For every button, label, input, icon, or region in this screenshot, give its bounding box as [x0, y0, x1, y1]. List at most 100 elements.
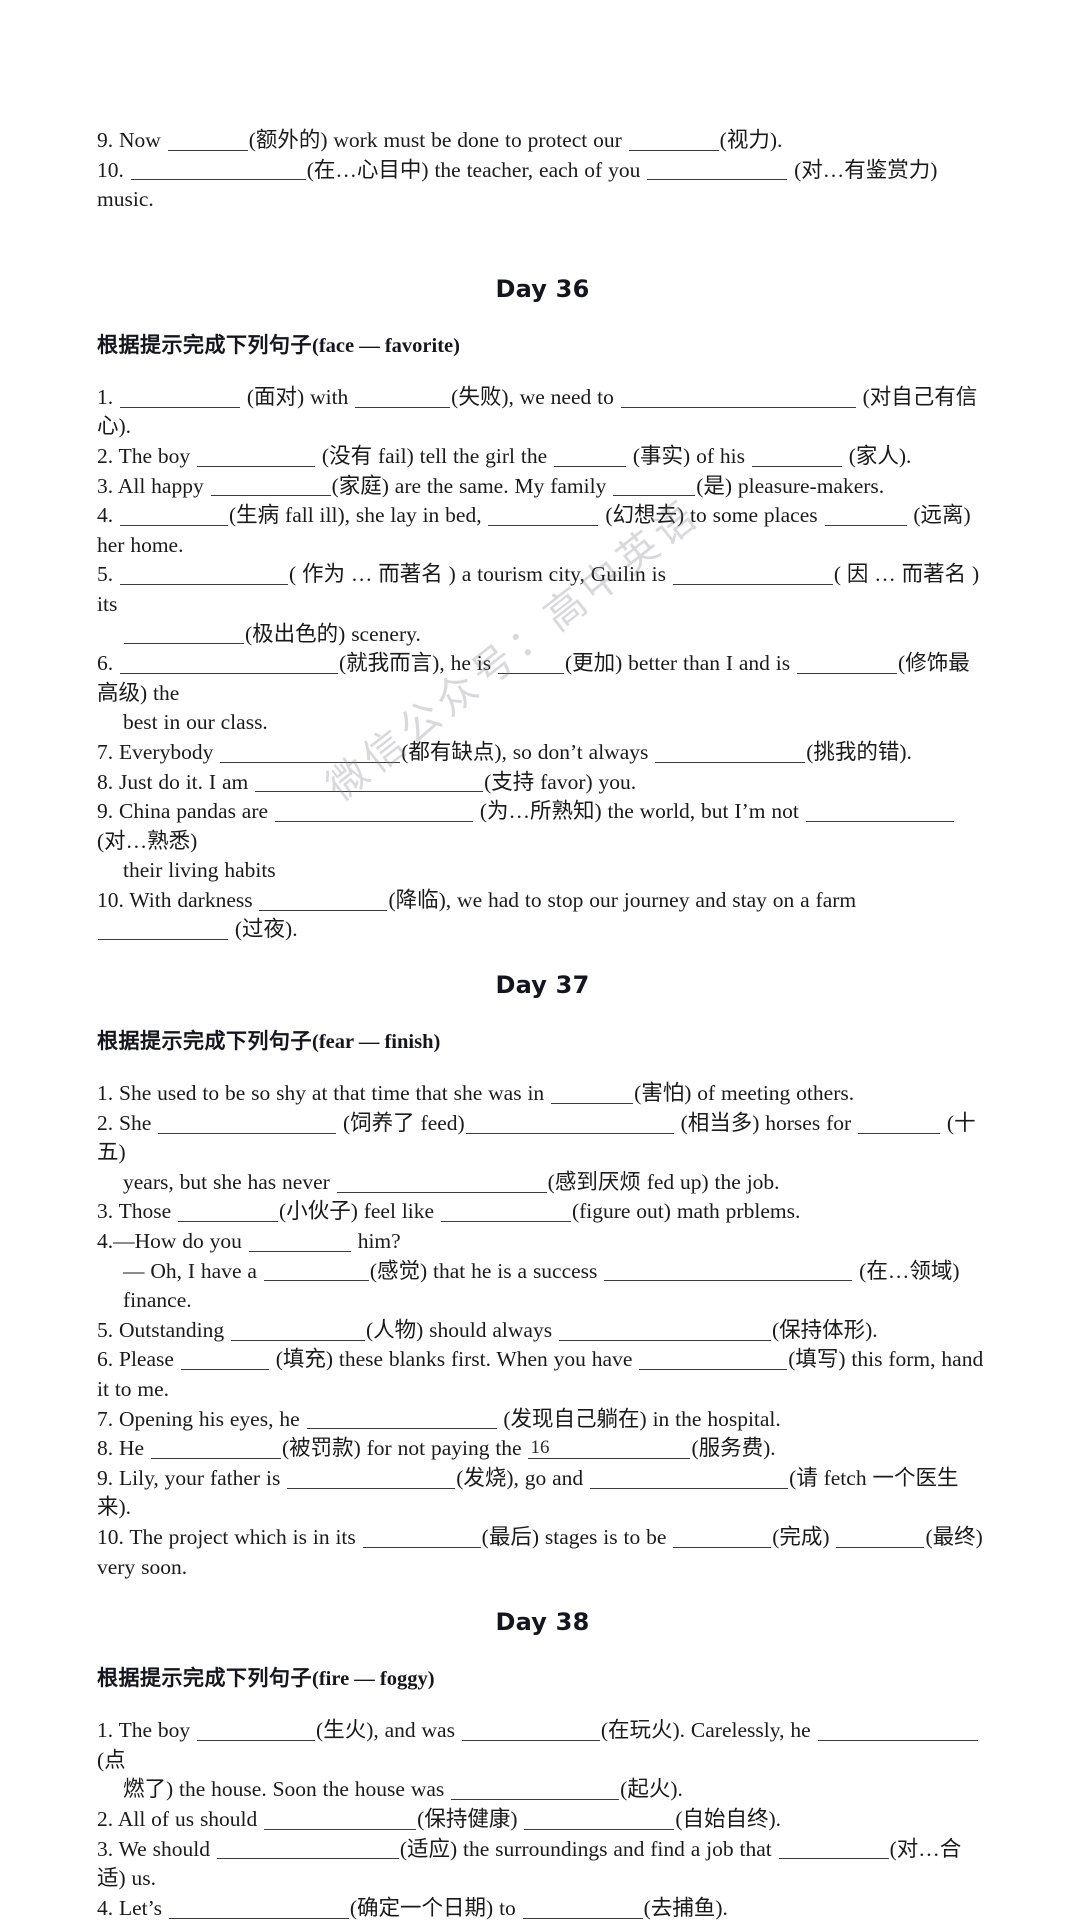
answer-blank[interactable]: [778, 1838, 889, 1860]
answer-blank[interactable]: [264, 1808, 417, 1830]
question-line: 3. Those (小伙子) feel like (figure out) ma…: [97, 1197, 988, 1227]
answer-blank[interactable]: [465, 1112, 674, 1134]
answer-blank[interactable]: [248, 1230, 351, 1252]
answer-blank[interactable]: [558, 1319, 771, 1341]
question-text: (事实) of his: [627, 443, 751, 468]
page-content: 9. Now (额外的) work must be done to protec…: [97, 126, 988, 1923]
question-line: 9. Now (额外的) work must be done to protec…: [97, 126, 988, 156]
answer-blank[interactable]: [858, 1112, 941, 1134]
answer-blank[interactable]: [751, 445, 842, 467]
answer-blank[interactable]: [836, 1526, 925, 1548]
answer-blank[interactable]: [497, 653, 564, 674]
question-text: (更加) better than I and is: [564, 651, 797, 676]
answer-blank[interactable]: [178, 1201, 279, 1223]
answer-blank[interactable]: [613, 475, 696, 497]
answer-blank[interactable]: [522, 1897, 643, 1919]
answer-blank[interactable]: [672, 564, 833, 586]
question-text: (没有 fail) tell the girl the: [316, 443, 553, 468]
document-page: 微信公众号：高中英语 9. Now (额外的) work must be don…: [0, 0, 1080, 1920]
answer-blank[interactable]: [824, 505, 907, 527]
answer-blank[interactable]: [130, 159, 306, 181]
answer-blank[interactable]: [551, 1083, 634, 1104]
answer-blank[interactable]: [210, 475, 331, 497]
answer-blank[interactable]: [524, 1808, 675, 1830]
section-prompt: 根据提示完成下列句子(fear — finish): [97, 1025, 988, 1055]
answer-blank[interactable]: [124, 623, 244, 645]
answer-blank[interactable]: [158, 1112, 337, 1134]
answer-blank[interactable]: [168, 1897, 349, 1919]
answer-blank[interactable]: [98, 919, 228, 941]
question-line: 10. (在…心目中) the teacher, each of you (对……: [97, 156, 988, 215]
question-text: 7. Everybody: [97, 739, 220, 764]
question-text: (去捕鱼).: [643, 1895, 728, 1920]
answer-blank[interactable]: [461, 1720, 600, 1742]
question-item: 1. The boy (生火), and was (在玩火). Careless…: [97, 1716, 988, 1805]
answer-blank[interactable]: [488, 505, 599, 527]
answer-blank[interactable]: [628, 129, 719, 151]
answer-blank[interactable]: [797, 653, 898, 674]
answer-blank[interactable]: [639, 1349, 788, 1371]
answer-blank[interactable]: [355, 386, 451, 408]
answer-blank[interactable]: [451, 1779, 620, 1801]
question-item: 2. She (饲养了 feed) (相当多) horses for (十五) y…: [97, 1109, 988, 1198]
answer-blank[interactable]: [673, 1526, 772, 1548]
question-line: 5. Outstanding (人物) should always (保持体形)…: [97, 1316, 988, 1346]
answer-blank[interactable]: [554, 445, 626, 467]
answer-blank[interactable]: [817, 1720, 978, 1742]
day-section-day-36: Day 36 根据提示完成下列句子(face — favorite) 1. (面对)…: [97, 215, 988, 945]
answer-blank[interactable]: [120, 653, 338, 674]
question-text: (支持 favor) you.: [484, 769, 637, 794]
question-text: 5. Outstanding: [97, 1317, 230, 1342]
question-text: (视力).: [719, 128, 783, 152]
question-text: (最后) stages is to be: [481, 1524, 673, 1549]
question-item: 6. Please (填充) these blanks first. When …: [97, 1345, 988, 1404]
day-heading: Day 38: [495, 1608, 590, 1637]
answer-blank[interactable]: [197, 1720, 316, 1742]
answer-blank[interactable]: [255, 771, 484, 793]
answer-blank[interactable]: [180, 1349, 269, 1371]
answer-blank[interactable]: [336, 1171, 547, 1193]
answer-blank[interactable]: [604, 1260, 853, 1282]
day-section-day-38: Day 38 根据提示完成下列句子(fire — foggy) 1. The boy…: [97, 1582, 988, 1923]
question-text: 2. The boy: [97, 443, 197, 468]
answer-blank[interactable]: [167, 129, 248, 151]
answer-blank[interactable]: [259, 889, 388, 911]
answer-blank[interactable]: [197, 445, 316, 467]
question-line: 5. ( 作为 … 而著名 ) a tourism city, Guilin i…: [97, 560, 988, 619]
answer-blank[interactable]: [620, 386, 856, 408]
question-item: 7. Opening his eyes, he (发现自己躺在) in the …: [97, 1405, 988, 1435]
question-text: (保持体形).: [771, 1317, 878, 1342]
question-continuation-line: years, but she has never (感到厌烦 fed up) t…: [97, 1168, 988, 1198]
answer-blank[interactable]: [647, 159, 788, 181]
question-line: 10. With darkness (降临), we had to stop o…: [97, 886, 988, 945]
answer-blank[interactable]: [263, 1260, 369, 1282]
answer-blank[interactable]: [590, 1467, 789, 1489]
answer-blank[interactable]: [362, 1526, 481, 1548]
question-text: (家庭) are the same. My family: [331, 473, 613, 498]
answer-blank[interactable]: [306, 1408, 497, 1430]
question-text: (保持健康): [417, 1806, 524, 1831]
question-text: 4. Let’s: [97, 1895, 168, 1920]
answer-blank[interactable]: [440, 1201, 571, 1223]
question-text: (对…熟悉): [97, 828, 198, 853]
question-continuation-line: best in our class.: [97, 708, 988, 738]
question-text: him?: [351, 1229, 401, 1254]
answer-blank[interactable]: [230, 1319, 365, 1341]
answer-blank[interactable]: [274, 801, 473, 822]
answer-blank[interactable]: [220, 741, 401, 763]
question-text: 3. All happy: [97, 473, 210, 498]
answer-blank[interactable]: [120, 505, 228, 527]
question-text: (填充) these blanks first. When you have: [269, 1347, 639, 1372]
answer-blank[interactable]: [655, 741, 806, 763]
answer-blank[interactable]: [216, 1838, 399, 1860]
answer-blank[interactable]: [120, 386, 240, 408]
question-line: 4.—How do you him?: [97, 1227, 988, 1257]
answer-blank[interactable]: [120, 564, 288, 586]
question-line: 3. We should (适应) the surroundings and f…: [97, 1835, 988, 1894]
answer-blank[interactable]: [287, 1467, 456, 1489]
question-text: 5.: [97, 562, 119, 587]
question-text: (极出色的) scenery.: [245, 621, 421, 646]
answer-blank[interactable]: [805, 801, 954, 822]
